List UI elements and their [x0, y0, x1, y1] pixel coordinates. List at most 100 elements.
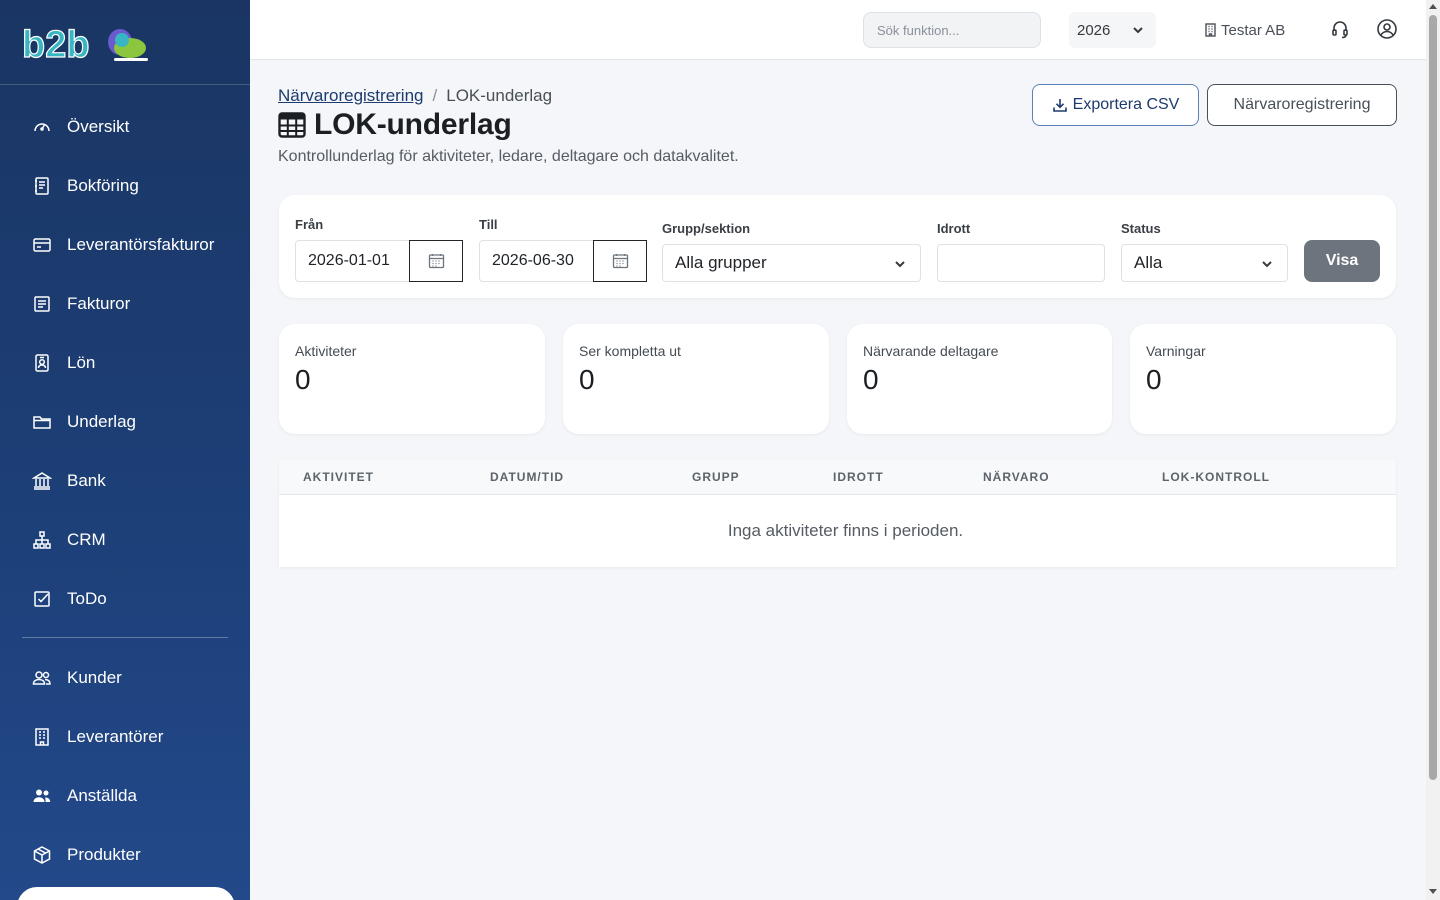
column-header-lok-kontroll[interactable]: LOK-KONTROLL	[1162, 470, 1270, 484]
speedometer-icon	[31, 116, 53, 138]
to-label: Till	[479, 217, 498, 232]
topbar: 2026 Testar AB	[250, 0, 1426, 60]
breadcrumb-separator: /	[432, 86, 438, 105]
stat-label: Ser kompletta ut	[579, 343, 681, 359]
sidebar-item-leverantorer[interactable]: Leverantörer	[0, 707, 250, 766]
stat-card-aktiviteter: Aktiviteter 0	[279, 324, 545, 434]
page-title-text: LOK-underlag	[314, 108, 512, 141]
receipt-icon	[31, 293, 53, 315]
page-scrollbar[interactable]	[1426, 0, 1440, 900]
scroll-up-arrow-icon[interactable]	[1429, 4, 1437, 9]
activities-table: AKTIVITET DATUM/TID GRUPP IDROTT NÄRVARO…	[279, 460, 1396, 567]
sidebar-item-kunder[interactable]: Kunder	[0, 648, 250, 707]
bank-icon	[31, 470, 53, 492]
to-date-input[interactable]: 2026-06-30	[479, 240, 593, 282]
stat-card-narvarande: Närvarande deltagare 0	[847, 324, 1112, 434]
sidebar-item-oversikt[interactable]: Översikt	[0, 97, 250, 156]
people-fill-icon	[31, 785, 53, 807]
sidebar-item-todo[interactable]: ToDo	[0, 569, 250, 628]
headset-icon[interactable]	[1329, 18, 1351, 40]
stat-card-varningar: Varningar 0	[1130, 324, 1396, 434]
chevron-down-icon	[1133, 27, 1143, 34]
stat-label: Aktiviteter	[295, 343, 357, 359]
search-input[interactable]	[863, 12, 1041, 48]
to-calendar-button[interactable]	[593, 240, 647, 282]
credit-card-icon	[31, 234, 53, 256]
filter-card: Från 2026-01-01 Till 2026-06-30 Grupp/se…	[279, 195, 1396, 298]
sidebar-divider	[22, 637, 228, 638]
svg-text:b2b: b2b	[22, 24, 90, 64]
table-header: AKTIVITET DATUM/TID GRUPP IDROTT NÄRVARO…	[279, 460, 1396, 495]
sidebar-nav-registers: Kunder Leverantörer Anställda Produkter	[0, 648, 250, 884]
stat-card-kompletta: Ser kompletta ut 0	[563, 324, 829, 434]
column-header-aktivitet[interactable]: AKTIVITET	[303, 470, 374, 484]
group-select-value: Alla grupper	[675, 253, 767, 272]
export-csv-button[interactable]: Exportera CSV	[1032, 84, 1199, 126]
calendar-icon	[428, 254, 444, 269]
user-circle-icon[interactable]	[1376, 18, 1398, 40]
narvaroregistrering-label: Närvaroregistrering	[1233, 96, 1371, 113]
from-date-group: 2026-01-01	[295, 240, 463, 282]
logo-area: b2b	[0, 0, 250, 85]
breadcrumb-link-narvaroregistrering[interactable]: Närvaroregistrering	[278, 86, 424, 106]
sidebar: b2b Översikt Bokföring Leverantörsfaktur…	[0, 0, 250, 900]
download-icon	[1052, 99, 1067, 112]
status-select[interactable]: Alla	[1121, 244, 1288, 282]
company-switcher[interactable]: Testar AB	[1204, 20, 1285, 40]
b2b-logo[interactable]: b2b	[22, 24, 148, 64]
sidebar-item-label: Fakturor	[67, 293, 131, 313]
sidebar-item-label: Underlag	[67, 411, 136, 431]
group-select[interactable]: Alla grupper	[662, 244, 921, 282]
stat-value: 0	[295, 364, 311, 395]
sidebar-item-label: Lön	[67, 352, 96, 372]
sidebar-item-leverantorsfakturor[interactable]: Leverantörsfakturor	[0, 215, 250, 274]
sidebar-item-fakturor[interactable]: Fakturor	[0, 274, 250, 333]
sidebar-item-lon[interactable]: Lön	[0, 333, 250, 392]
from-date-input[interactable]: 2026-01-01	[295, 240, 409, 282]
from-calendar-button[interactable]	[409, 240, 463, 282]
diagram-icon	[31, 529, 53, 551]
breadcrumb: Närvaroregistrering / LOK-underlag	[278, 86, 552, 106]
check-square-icon	[31, 588, 53, 610]
person-badge-icon	[31, 352, 53, 374]
year-select[interactable]: 2026	[1069, 12, 1156, 48]
sidebar-item-label: Bokföring	[67, 175, 139, 195]
column-header-idrott[interactable]: IDROTT	[833, 470, 884, 484]
sidebar-item-produkter[interactable]: Produkter	[0, 825, 250, 884]
column-header-grupp[interactable]: GRUPP	[692, 470, 740, 484]
sidebar-bottom-pill[interactable]	[17, 887, 235, 900]
sidebar-item-anstallda[interactable]: Anställda	[0, 766, 250, 825]
page-subtitle: Kontrollunderlag för aktiviteter, ledare…	[278, 148, 739, 165]
group-label: Grupp/sektion	[662, 221, 751, 236]
company-name: Testar AB	[1221, 21, 1286, 39]
journal-icon	[31, 175, 53, 197]
year-select-value: 2026	[1077, 21, 1111, 39]
visa-button[interactable]: Visa	[1304, 240, 1380, 282]
column-header-narvaro[interactable]: NÄRVARO	[983, 470, 1050, 484]
sport-input[interactable]	[937, 244, 1105, 282]
sidebar-item-bank[interactable]: Bank	[0, 451, 250, 510]
building-icon	[31, 726, 53, 748]
box-icon	[31, 844, 53, 866]
sidebar-item-label: Leverantörsfakturor	[67, 234, 215, 254]
sidebar-item-bokforing[interactable]: Bokföring	[0, 156, 250, 215]
stat-value: 0	[579, 364, 595, 395]
sidebar-item-label: Kunder	[67, 667, 122, 687]
page-title: LOK-underlag	[278, 106, 512, 144]
scrollbar-thumb[interactable]	[1429, 15, 1437, 780]
sidebar-item-underlag[interactable]: Underlag	[0, 392, 250, 451]
to-date-group: 2026-06-30	[479, 240, 647, 282]
scroll-down-arrow-icon[interactable]	[1429, 889, 1437, 894]
sidebar-item-label: CRM	[67, 529, 106, 549]
stat-label: Varningar	[1146, 343, 1206, 359]
sidebar-item-label: ToDo	[67, 588, 107, 608]
narvaroregistrering-button[interactable]: Närvaroregistrering	[1207, 84, 1397, 126]
table-icon	[278, 112, 306, 138]
sidebar-item-label: Översikt	[67, 116, 130, 136]
sidebar-item-crm[interactable]: CRM	[0, 510, 250, 569]
calendar-icon	[612, 254, 628, 269]
column-header-datum-tid[interactable]: DATUM/TID	[490, 470, 564, 484]
building-icon	[1205, 23, 1216, 37]
sidebar-item-label: Leverantörer	[67, 726, 164, 746]
sidebar-nav-main: Översikt Bokföring Leverantörsfakturor F…	[0, 97, 250, 628]
